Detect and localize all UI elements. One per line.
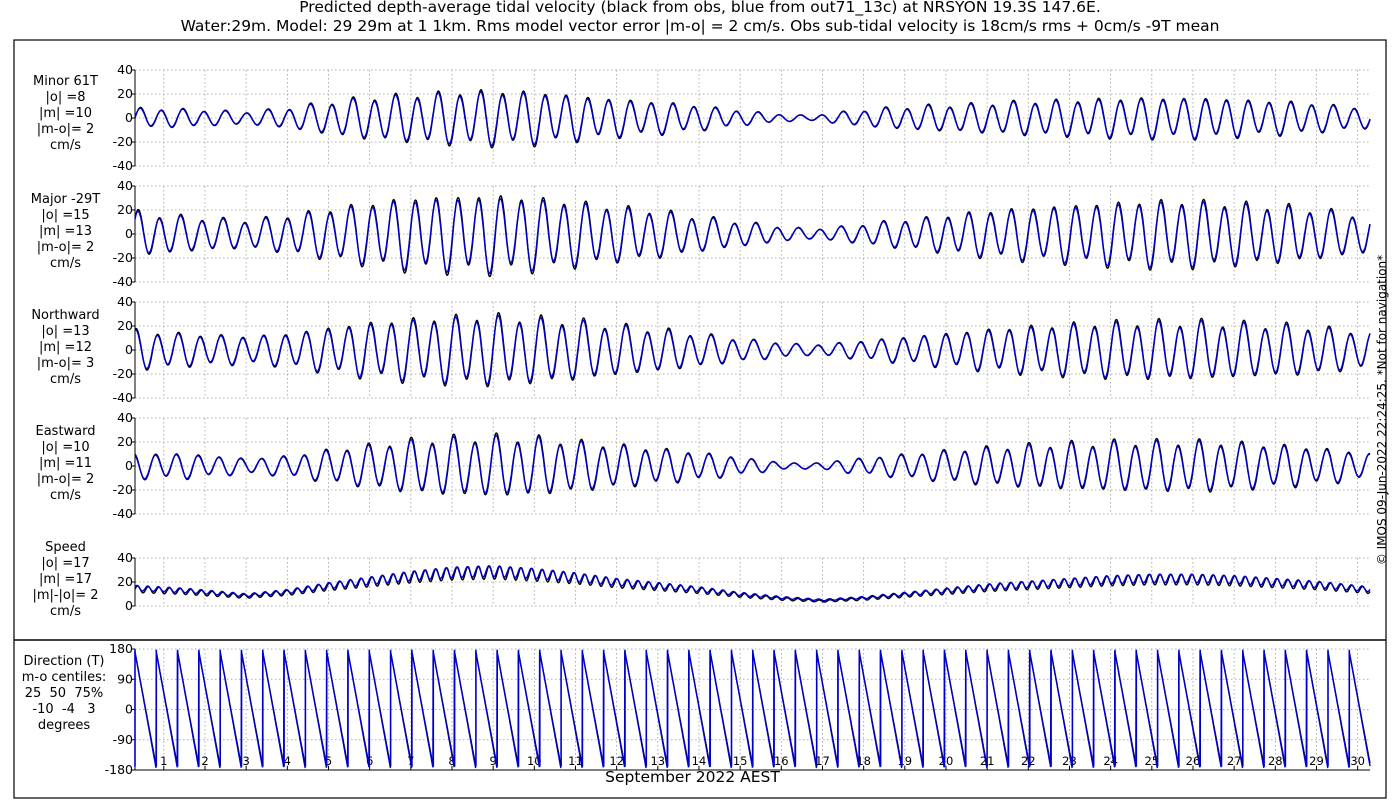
panel-label-line: -10 -4 3 — [32, 702, 96, 717]
tick-label-x: 16 — [774, 754, 789, 768]
tick-label-x: 2 — [201, 754, 208, 768]
panel-label-major: Major -29T |o| =15 |m| =13 |m-o|= 2 cm/s — [18, 192, 113, 272]
tick-label-y: 0 — [125, 458, 133, 473]
panel-label-line: |m-o|= 3 — [36, 356, 95, 371]
tick-label-y: 20 — [117, 202, 133, 217]
panel-label-line: m-o centiles: — [21, 670, 107, 685]
tick-label-y: 40 — [117, 178, 133, 193]
tick-label-x: 28 — [1268, 754, 1283, 768]
panel-label-line: |m| =11 — [39, 456, 92, 471]
panel-label-line: cm/s — [50, 604, 81, 619]
tick-label-y: -20 — [113, 250, 133, 265]
tick-label-x: 13 — [650, 754, 665, 768]
panel-label-line: Minor 61T — [33, 74, 98, 89]
tick-label-y: -20 — [113, 482, 133, 497]
tick-label-y: -20 — [113, 366, 133, 381]
tick-label-x: 1 — [160, 754, 167, 768]
panel-label-northward: Northward |o| =13 |m| =12 |m-o|= 3 cm/s — [18, 308, 113, 388]
tick-label-y: 20 — [117, 434, 133, 449]
tick-label-x: 14 — [692, 754, 707, 768]
tick-label-y: -40 — [113, 158, 133, 173]
panel-label-speed: Speed |o| =17 |m| =17 |m|-|o|= 2 cm/s — [18, 540, 113, 620]
tick-label-y: 180 — [109, 641, 133, 656]
model-series-line — [134, 565, 1371, 602]
tick-label-x: 29 — [1309, 754, 1324, 768]
panel-label-line: Direction (T) — [23, 654, 105, 669]
panel-label-line: |m-o|= 2 — [36, 122, 95, 137]
tick-label-y: 20 — [117, 86, 133, 101]
copyright-footer: © IMOS 09-Jun-2022 22:24:25. *Not for na… — [1375, 254, 1389, 566]
panel-label-line: |m| =13 — [39, 224, 92, 239]
panel-label-line: 25 50 75% — [24, 686, 104, 701]
tick-label-y: 0 — [125, 598, 133, 613]
panel-label-line: |m| =17 — [39, 572, 92, 587]
panel-label-line: |m-o|= 2 — [36, 472, 95, 487]
tick-label-y: 90 — [117, 671, 133, 686]
tick-label-x: 27 — [1227, 754, 1242, 768]
model-series-line — [134, 90, 1371, 147]
panel-label-line: |m| =12 — [39, 340, 92, 355]
tick-label-y: -90 — [113, 732, 133, 747]
tick-label-y: -20 — [113, 134, 133, 149]
panel-label-line: Speed — [45, 540, 86, 555]
tick-label-y: -40 — [113, 506, 133, 521]
tick-label-y: 40 — [117, 410, 133, 425]
tick-label-y: 20 — [117, 574, 133, 589]
tick-label-x: 30 — [1350, 754, 1365, 768]
tick-label-x: 20 — [939, 754, 954, 768]
panel-label-line: |o| =17 — [41, 556, 90, 571]
tick-label-y: 0 — [125, 110, 133, 125]
panel-label-line: degrees — [37, 718, 91, 733]
tick-label-x: 15 — [733, 754, 748, 768]
panel-label-line: |m-o|= 2 — [36, 240, 95, 255]
obs-series-line — [134, 195, 1371, 278]
tick-label-x: 3 — [242, 754, 249, 768]
tick-label-y: 0 — [125, 226, 133, 241]
panel-label-direction: Direction (T) m-o centiles: 25 50 75% -10 -… — [18, 654, 110, 734]
tick-label-y: 40 — [117, 62, 133, 77]
tick-label-y: 40 — [117, 294, 133, 309]
panel-label-line: |o| =13 — [41, 324, 90, 339]
panel-label-line: |m| =10 — [39, 106, 92, 121]
panel-label-line: |o| =15 — [41, 208, 90, 223]
panel-label-line: |o| =10 — [41, 440, 90, 455]
tick-label-y: 40 — [117, 550, 133, 565]
obs-series-line — [134, 564, 1371, 603]
tick-label-y: 0 — [125, 702, 133, 717]
tick-label-x: 12 — [609, 754, 624, 768]
x-axis-label: September 2022 AEST — [605, 768, 780, 786]
panel-label-eastward: Eastward |o| =10 |m| =11 |m-o|= 2 cm/s — [18, 424, 113, 504]
panel-label-line: Northward — [31, 308, 100, 323]
panel-label-line: |o| =8 — [45, 90, 86, 105]
model-series-line — [134, 434, 1371, 494]
tick-label-y: 20 — [117, 318, 133, 333]
panel-label-line: cm/s — [50, 256, 81, 271]
tick-label-y: 0 — [125, 342, 133, 357]
panel-label-line: cm/s — [50, 372, 81, 387]
panel-label-line: cm/s — [50, 138, 81, 153]
panel-label-line: Eastward — [35, 424, 96, 439]
panel-label-line: |m|-|o|= 2 — [32, 588, 99, 603]
tick-label-y: -40 — [113, 274, 133, 289]
panel-label-line: cm/s — [50, 488, 81, 503]
tick-label-y: -40 — [113, 390, 133, 405]
panel-label-minor: Minor 61T |o| =8 |m| =10 |m-o|= 2 cm/s — [18, 74, 113, 154]
panel-label-line: Major -29T — [30, 192, 101, 207]
tidal-velocity-figure: 40200-20-4040200-20-4040200-20-4040200-2… — [13, 39, 1387, 799]
